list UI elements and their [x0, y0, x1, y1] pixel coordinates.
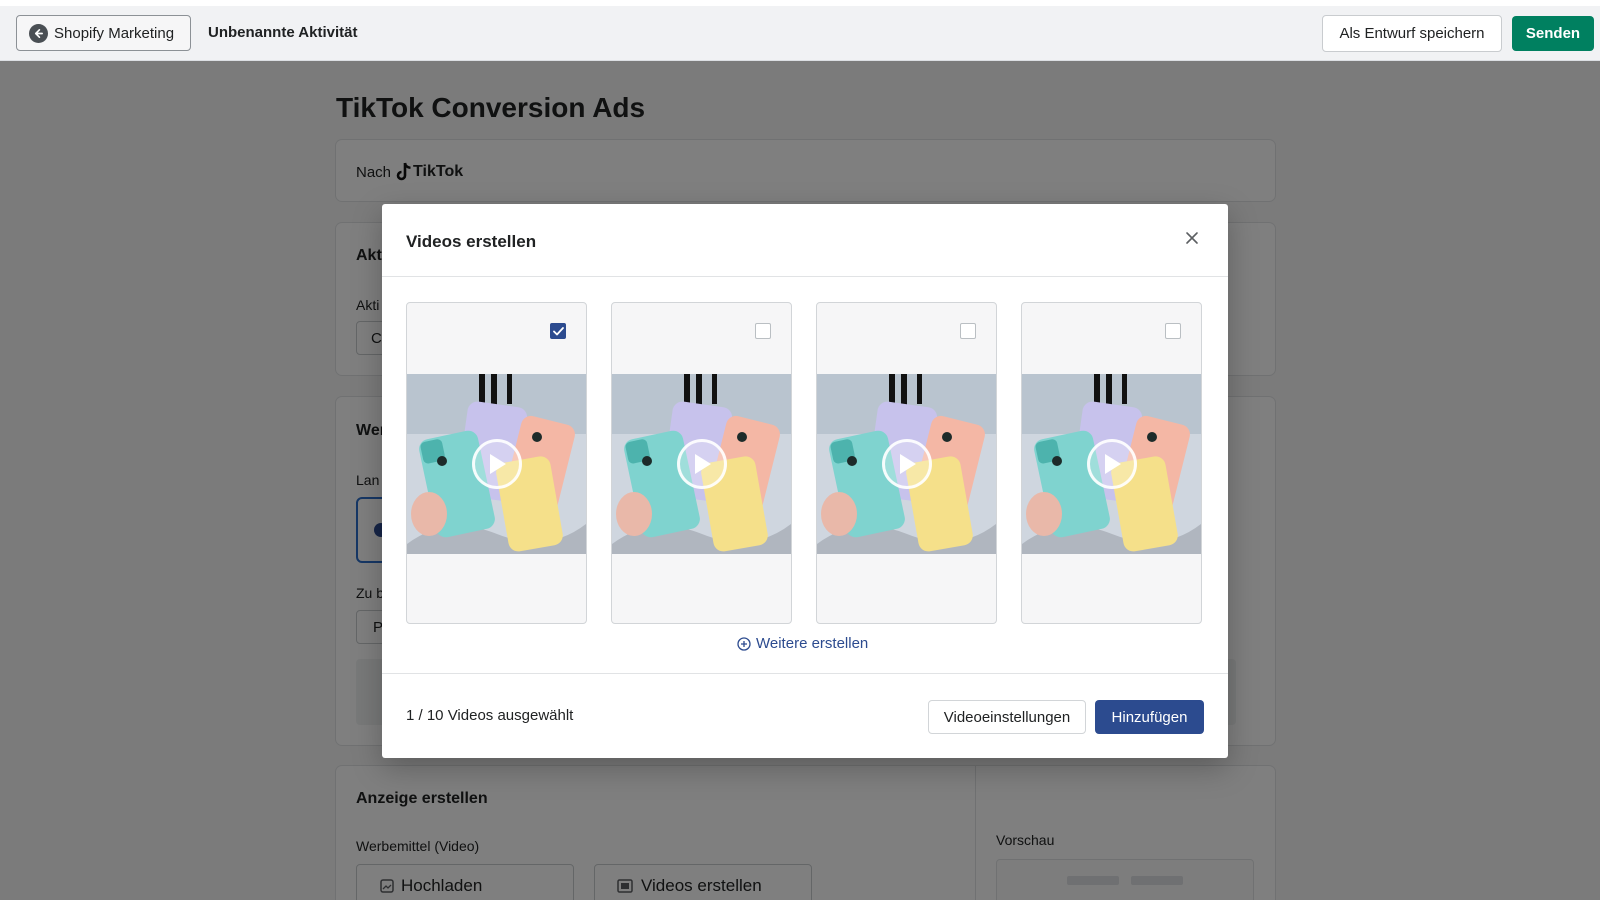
arrow-left-icon [29, 23, 48, 43]
video-card[interactable] [1021, 302, 1202, 624]
modal-footer-divider [382, 673, 1228, 674]
modal-header: Videos erstellen [382, 204, 1228, 277]
play-icon[interactable] [677, 439, 727, 489]
video-card[interactable] [611, 302, 792, 624]
top-bar: Shopify Marketing Unbenannte Aktivität A… [0, 0, 1600, 61]
play-icon[interactable] [1087, 439, 1137, 489]
play-icon[interactable] [882, 439, 932, 489]
video-settings-button[interactable]: Videoeinstellungen [928, 700, 1086, 734]
video-thumbnail[interactable] [1022, 374, 1201, 554]
video-card[interactable] [816, 302, 997, 624]
back-button-label: Shopify Marketing [54, 24, 175, 42]
create-more-link[interactable]: Weitere erstellen [737, 635, 868, 652]
checkbox-unchecked[interactable] [1165, 323, 1181, 339]
create-more-label: Weitere erstellen [756, 635, 869, 652]
add-button[interactable]: Hinzufügen [1095, 700, 1204, 734]
close-icon[interactable] [1180, 226, 1204, 250]
save-draft-button[interactable]: Als Entwurf speichern [1322, 15, 1502, 52]
video-thumbnail[interactable] [612, 374, 791, 554]
activity-name: Unbenannte Aktivität [208, 24, 358, 41]
video-card[interactable] [406, 302, 587, 624]
plus-circle-icon [737, 636, 751, 651]
video-thumbnail[interactable] [407, 374, 586, 554]
checkbox-unchecked[interactable] [960, 323, 976, 339]
selected-count-text: 1 / 10 Videos ausgewählt [406, 707, 574, 724]
send-button[interactable]: Senden [1512, 16, 1594, 51]
create-videos-modal: Videos erstellen Weitere erstellen 1 / 1… [382, 204, 1228, 758]
checkbox-unchecked[interactable] [755, 323, 771, 339]
back-to-shopify-marketing-button[interactable]: Shopify Marketing [16, 15, 191, 51]
checkmark-icon [552, 326, 564, 335]
modal-title: Videos erstellen [406, 232, 537, 251]
video-thumbnail[interactable] [817, 374, 996, 554]
play-icon[interactable] [472, 439, 522, 489]
checkbox-checked[interactable] [550, 323, 566, 339]
